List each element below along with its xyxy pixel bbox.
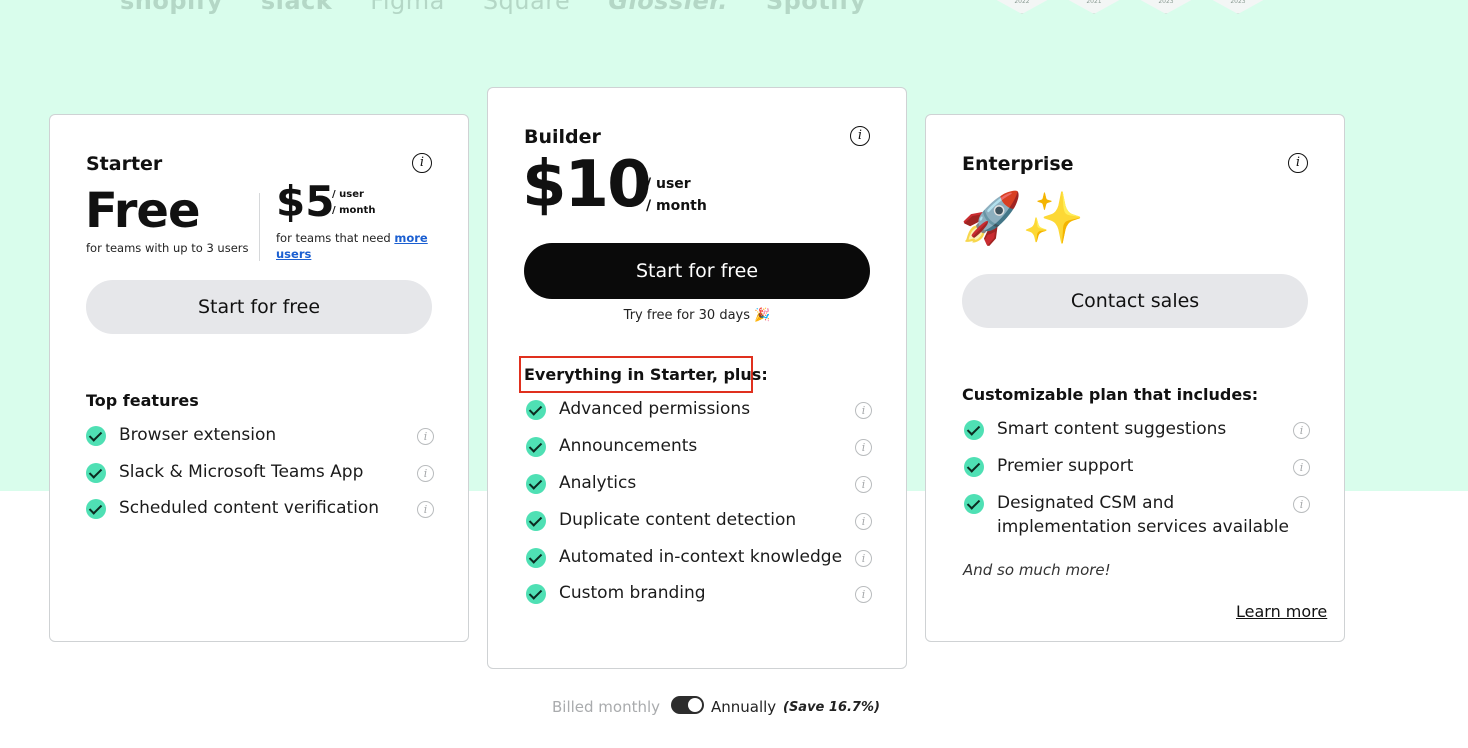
plan-name: Builder [524, 126, 601, 148]
feature-label: Duplicate content detection [559, 510, 797, 530]
check-icon [964, 457, 984, 477]
feature-label: Scheduled content verification [119, 498, 380, 518]
info-icon[interactable]: i [855, 402, 872, 419]
feature-label: implementation services available [997, 517, 1289, 537]
start-for-free-button[interactable]: Start for free [524, 243, 870, 299]
features-title: Customizable plan that includes: [962, 385, 1259, 404]
info-icon[interactable]: i [1293, 496, 1310, 513]
feature-label: Custom branding [559, 583, 706, 603]
feature-label: Analytics [559, 473, 637, 493]
info-icon[interactable]: i [855, 586, 872, 603]
logo-figma: Figma [370, 0, 445, 15]
info-icon[interactable]: i [417, 501, 434, 518]
free-caption: for teams with up to 3 users [86, 241, 249, 255]
award-badge: 2022 [990, 0, 1054, 14]
check-icon [964, 420, 984, 440]
feature-item: Browser extension i [86, 425, 446, 449]
info-icon[interactable]: i [855, 550, 872, 567]
more-users-link[interactable]: users [276, 247, 311, 261]
info-icon[interactable]: i [1288, 153, 1308, 173]
logo-shopify: shopify [120, 0, 223, 15]
award-badge: 2021 [1062, 0, 1126, 14]
paid-caption-text: for teams that need [276, 231, 391, 245]
features-title: Top features [86, 391, 199, 410]
feature-item: Smart content suggestions i [964, 419, 1324, 443]
more-note: And so much more! [963, 561, 1111, 579]
feature-item: Automated in-context knowledge i [526, 547, 886, 571]
check-icon [86, 499, 106, 519]
billed-monthly-label[interactable]: Billed monthly [552, 698, 660, 716]
feature-item: Custom branding i [526, 583, 886, 607]
price-divider [259, 193, 260, 261]
plan-card-enterprise: Enterprise i 🚀✨ Contact sales Customizab… [925, 114, 1345, 642]
customer-logos: shopify slack Figma Square Glossier. Spo… [120, 0, 904, 16]
billing-toggle[interactable] [671, 696, 704, 714]
feature-label: Slack & Microsoft Teams App [119, 462, 364, 482]
check-icon [86, 426, 106, 446]
info-icon[interactable]: i [417, 465, 434, 482]
contact-sales-button[interactable]: Contact sales [962, 274, 1308, 328]
feature-label: Designated CSM and [997, 493, 1175, 513]
plan-card-starter: Starter i Free for teams with up to 3 us… [49, 114, 469, 642]
rocket-icon: 🚀✨ [960, 189, 1085, 247]
trial-note: Try free for 30 days 🎉 [623, 308, 771, 323]
info-icon[interactable]: i [855, 513, 872, 530]
info-icon[interactable]: i [1293, 422, 1310, 439]
learn-more-link[interactable]: Learn more [1236, 602, 1327, 621]
paid-caption: for teams that need more [276, 229, 428, 247]
feature-label: Advanced permissions [559, 399, 751, 419]
check-icon [964, 494, 984, 514]
save-badge: (Save 16.7%) [783, 700, 880, 715]
price-per-user: / user [646, 176, 691, 192]
price-per-month: / month [646, 198, 707, 214]
award-badge: 2023 [1206, 0, 1270, 14]
plan-name: Enterprise [962, 153, 1074, 175]
plan-card-builder: Builder i $10 / user / month Start for f… [487, 87, 907, 669]
more-users-link[interactable]: more [394, 231, 427, 245]
info-icon[interactable]: i [1293, 459, 1310, 476]
price-per-month: / month [332, 205, 376, 216]
info-icon[interactable]: i [855, 476, 872, 493]
plan-name: Starter [86, 153, 163, 175]
feature-item: Analytics i [526, 473, 886, 497]
price-per-user: / user [332, 189, 364, 200]
logo-glossier: Glossier. [608, 0, 728, 15]
price-builder: $10 [522, 148, 652, 222]
logo-square: Square [482, 0, 571, 15]
price-free: Free [85, 183, 200, 239]
info-icon[interactable]: i [412, 153, 432, 173]
annually-label[interactable]: Annually [711, 698, 776, 716]
feature-label: Premier support [997, 456, 1134, 476]
check-icon [526, 400, 546, 420]
check-icon [526, 511, 546, 531]
feature-item: Announcements i [526, 436, 886, 460]
feature-item: Advanced permissions i [526, 399, 886, 423]
features-title: Everything in Starter, plus: [524, 365, 768, 384]
feature-item: Slack & Microsoft Teams App i [86, 462, 446, 486]
check-icon [526, 474, 546, 494]
check-icon [526, 548, 546, 568]
price-paid: $5 [276, 177, 335, 226]
info-icon[interactable]: i [850, 126, 870, 146]
award-badge: 2023 [1134, 0, 1198, 14]
feature-label: Smart content suggestions [997, 419, 1227, 439]
check-icon [526, 584, 546, 604]
feature-item: Duplicate content detection i [526, 510, 886, 534]
logo-spotify: Spotify [765, 0, 867, 15]
feature-label: Announcements [559, 436, 698, 456]
info-icon[interactable]: i [417, 428, 434, 445]
feature-label: Browser extension [119, 425, 277, 445]
feature-item: Scheduled content verification i [86, 498, 446, 522]
logo-slack: slack [260, 0, 333, 15]
start-for-free-button[interactable]: Start for free [86, 280, 432, 334]
check-icon [86, 463, 106, 483]
feature-label: Automated in-context knowledge [559, 547, 843, 567]
feature-item: Designated CSM and implementation servic… [964, 493, 1324, 541]
award-badges: 2022 2021 2023 2023 [990, 0, 1278, 14]
check-icon [526, 437, 546, 457]
info-icon[interactable]: i [855, 439, 872, 456]
feature-item: Premier support i [964, 456, 1324, 480]
